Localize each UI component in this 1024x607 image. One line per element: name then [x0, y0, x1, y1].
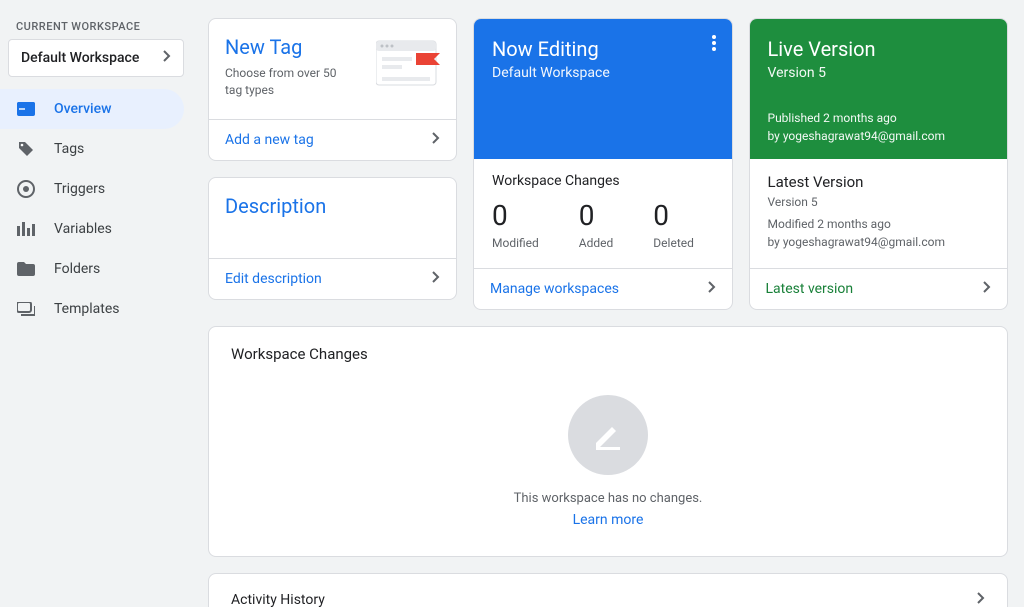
- overview-icon: [16, 99, 36, 119]
- nav-templates[interactable]: Templates: [0, 289, 184, 329]
- learn-more-link[interactable]: Learn more: [573, 512, 644, 528]
- stat-label: Deleted: [653, 236, 694, 250]
- stat-label: Added: [579, 236, 614, 250]
- now-editing-title: Now Editing: [492, 37, 716, 61]
- main-content: New Tag Choose from over 50 tag types: [200, 0, 1024, 607]
- description-title: Description: [225, 194, 440, 218]
- live-version-header: Live Version Version 5 Published 2 month…: [750, 19, 1008, 159]
- nav-label: Folders: [54, 261, 100, 277]
- nav-label: Tags: [54, 141, 84, 157]
- latest-version-meta: Modified 2 months ago by yogeshagrawat94…: [768, 215, 990, 251]
- folder-icon: [16, 259, 36, 279]
- nav-variables[interactable]: Variables: [0, 209, 184, 249]
- workspace-changes-card: Workspace Changes This workspace has no …: [208, 326, 1008, 557]
- latest-by: by yogeshagrawat94@gmail.com: [768, 233, 990, 251]
- nav-label: Triggers: [54, 181, 105, 197]
- top-cards-row: New Tag Choose from over 50 tag types: [208, 18, 1008, 310]
- stat-label: Modified: [492, 236, 539, 250]
- nav-label: Templates: [54, 301, 120, 317]
- empty-message: This workspace has no changes.: [209, 491, 1007, 506]
- nav-triggers[interactable]: Triggers: [0, 169, 184, 209]
- nav-list: Overview Tags Triggers Variables Folders: [0, 89, 192, 329]
- activity-history-card: Activity History: [208, 573, 1008, 607]
- workspace-header: CURRENT WORKSPACE: [0, 12, 192, 39]
- workspace-changes-title: Workspace Changes: [492, 173, 714, 189]
- manage-workspaces-label: Manage workspaces: [490, 281, 619, 297]
- stat-value: 0: [579, 199, 614, 232]
- stat-value: 0: [653, 199, 694, 232]
- left-column: New Tag Choose from over 50 tag types: [208, 18, 457, 310]
- workspace-changes-heading: Workspace Changes: [209, 327, 1007, 371]
- nav-overview[interactable]: Overview: [0, 89, 184, 129]
- activity-history-button[interactable]: Activity History: [209, 574, 1007, 607]
- published-by: by yogeshagrawat94@gmail.com: [768, 127, 992, 145]
- chevron-right-icon: [983, 281, 991, 297]
- template-icon: [16, 299, 36, 319]
- latest-version-label: Latest version: [766, 281, 854, 297]
- chevron-right-icon: [708, 281, 716, 297]
- latest-version-title: Latest Version: [768, 173, 990, 191]
- now-editing-card: Now Editing Default Workspace Workspace …: [473, 18, 733, 310]
- overflow-menu-icon[interactable]: [712, 35, 716, 55]
- chevron-right-icon: [432, 271, 440, 287]
- manage-workspaces-button[interactable]: Manage workspaces: [474, 268, 732, 309]
- description-card: Description Edit description: [208, 177, 457, 300]
- nav-folders[interactable]: Folders: [0, 249, 184, 289]
- chevron-right-icon: [977, 592, 985, 607]
- stat-added: 0 Added: [579, 199, 614, 250]
- nav-tags[interactable]: Tags: [0, 129, 184, 169]
- latest-version-number: Version 5: [768, 195, 990, 209]
- tag-illustration-icon: [376, 39, 442, 87]
- new-tag-body: New Tag Choose from over 50 tag types: [209, 19, 456, 119]
- tag-icon: [16, 139, 36, 159]
- trigger-icon: [16, 179, 36, 199]
- empty-state: This workspace has no changes. Learn mor…: [209, 371, 1007, 556]
- description-body: Description: [209, 178, 456, 258]
- workspace-name: Default Workspace: [21, 50, 139, 66]
- latest-modified: Modified 2 months ago: [768, 215, 990, 233]
- now-editing-header: Now Editing Default Workspace: [474, 19, 732, 159]
- workspace-selector[interactable]: Default Workspace: [8, 39, 184, 77]
- live-version-body: Latest Version Version 5 Modified 2 mont…: [750, 159, 1008, 268]
- published-time: Published 2 months ago: [768, 109, 992, 127]
- live-version-meta: Published 2 months ago by yogeshagrawat9…: [768, 109, 992, 145]
- stat-deleted: 0 Deleted: [653, 199, 694, 250]
- live-version-title: Live Version: [768, 37, 992, 61]
- nav-label: Overview: [54, 101, 111, 117]
- edit-icon: [568, 395, 648, 475]
- stat-value: 0: [492, 199, 539, 232]
- chevron-right-icon: [432, 132, 440, 148]
- edit-description-button[interactable]: Edit description: [209, 258, 456, 299]
- add-tag-button[interactable]: Add a new tag: [209, 119, 456, 160]
- chevron-right-icon: [163, 50, 171, 66]
- activity-history-title: Activity History: [231, 592, 325, 607]
- now-editing-subtitle: Default Workspace: [492, 65, 716, 81]
- latest-version-button[interactable]: Latest version: [750, 268, 1008, 309]
- sidebar: CURRENT WORKSPACE Default Workspace Over…: [0, 0, 200, 607]
- edit-description-label: Edit description: [225, 271, 322, 287]
- stat-modified: 0 Modified: [492, 199, 539, 250]
- live-version-subtitle: Version 5: [768, 65, 992, 81]
- now-editing-body: Workspace Changes 0 Modified 0 Added 0 D…: [474, 159, 732, 268]
- new-tag-card: New Tag Choose from over 50 tag types: [208, 18, 457, 161]
- live-version-card: Live Version Version 5 Published 2 month…: [749, 18, 1009, 310]
- add-tag-label: Add a new tag: [225, 132, 314, 148]
- variables-icon: [16, 219, 36, 239]
- nav-label: Variables: [54, 221, 112, 237]
- new-tag-subtitle: Choose from over 50 tag types: [225, 65, 345, 99]
- stats-row: 0 Modified 0 Added 0 Deleted: [492, 199, 714, 250]
